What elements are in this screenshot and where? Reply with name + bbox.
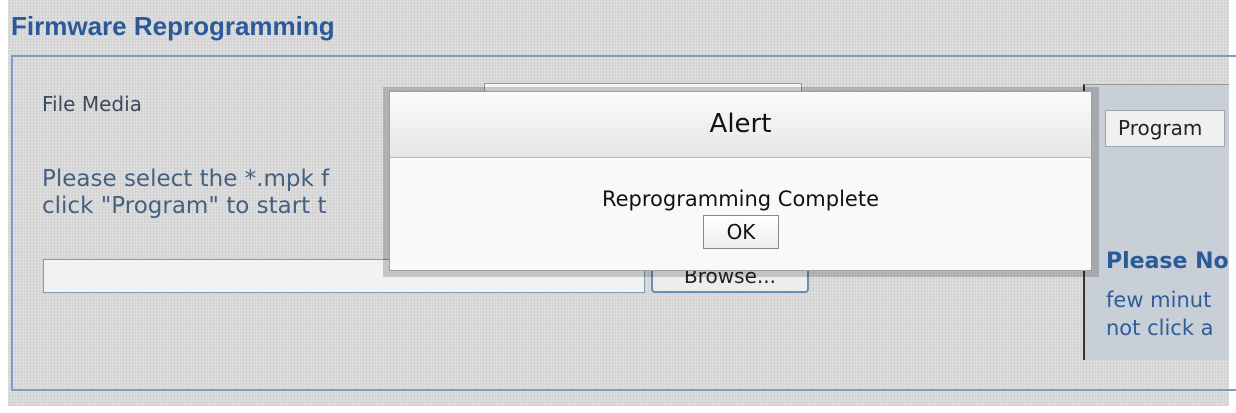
note-title: Please No [1106,249,1229,274]
page-title: Firmware Reprogramming [11,11,335,41]
dialog-body [390,158,1091,270]
ok-button[interactable]: OK [703,215,779,249]
dialog-message: Reprogramming Complete [601,187,880,211]
instructions-text: Please select the *.mpk f click "Program… [42,166,330,219]
note-text: few minut not click a [1106,288,1214,340]
program-button[interactable]: Program [1105,110,1225,147]
alert-dialog: Alert Reprogramming Complete OK [389,91,1092,271]
dialog-title: Alert [390,92,1091,158]
bottom-edge [0,406,1236,413]
left-edge [0,0,8,413]
file-media-label: File Media [42,92,142,116]
